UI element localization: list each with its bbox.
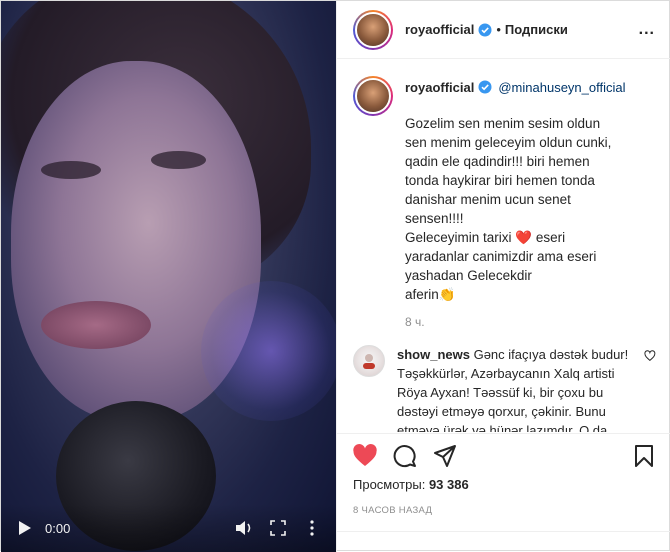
video-player[interactable]: 0:00 [1,1,336,552]
caption: royaofficial @minahuseyn_official Gozeli… [353,76,656,329]
post-header: royaofficial • Подписки ... [337,1,670,59]
save-button[interactable] [624,436,664,476]
post-actions [337,433,670,477]
heart-emoji-icon: ❤️ [515,230,533,245]
post-side-panel: royaofficial • Подписки ... royaofficial… [336,1,670,552]
more-options-button[interactable]: ... [639,21,655,39]
fullscreen-icon[interactable] [268,518,288,538]
caption-text: Gozelim sen menim sesim oldun sen menim … [405,114,615,304]
video-controls: 0:00 [1,504,336,552]
verified-badge-icon [478,80,492,94]
bookmark-icon [635,444,653,467]
comment-username[interactable]: show_news [397,347,470,362]
header-username[interactable]: royaofficial [405,22,474,37]
video-frame-eye [41,161,101,179]
avatar[interactable] [353,9,393,50]
like-button[interactable] [345,436,385,476]
verified-badge-icon [478,23,492,36]
heart-outline-icon[interactable] [644,350,656,362]
comment-button[interactable] [385,436,425,476]
caption-time-ago[interactable]: 8 ч. [405,315,656,329]
caption-username[interactable]: royaofficial [405,80,474,95]
share-icon [434,444,456,467]
comment-icon [393,444,416,467]
post-timestamp: 8 ЧАСОВ НАЗАД [353,505,433,516]
share-button[interactable] [425,436,465,476]
more-options-icon[interactable] [302,518,322,538]
caption-text-part: Gozelim sen menim sesim oldun sen menim … [405,116,612,245]
video-frame-lips [41,301,151,349]
comments-list[interactable]: royaofficial @minahuseyn_official Gozeli… [337,60,670,432]
volume-icon[interactable] [234,518,254,538]
comment-item: show_news Gənc ifaçıya dəstək budur! Təş… [353,345,656,432]
views-number: 93 386 [428,477,469,492]
video-frame-eye [151,151,206,169]
heart-filled-icon [353,443,377,466]
video-frame-light [201,281,336,421]
avatar[interactable] [353,345,385,377]
views-count[interactable]: Просмотры: 93 386 [353,477,469,492]
video-current-time: 0:00 [45,520,71,536]
caption-mention-link[interactable]: @minahuseyn_official [498,80,625,95]
add-comment-area[interactable] [337,531,670,552]
views-label: Просмотры: [353,477,426,492]
avatar[interactable] [353,76,393,116]
play-icon[interactable] [15,518,35,538]
clap-emoji-icon: 👏 [438,287,456,302]
post-container: 0:00 royaofficial • Подписки ... royaoff… [0,0,670,552]
separator-dot: • [496,22,501,37]
following-button[interactable]: Подписки [505,22,568,37]
